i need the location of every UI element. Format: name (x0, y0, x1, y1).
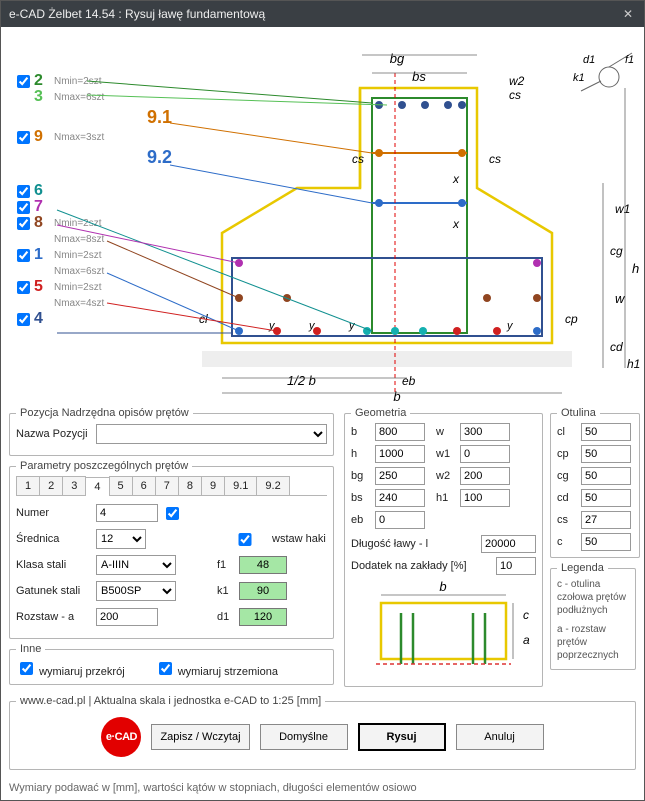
tab-8[interactable]: 8 (178, 476, 202, 495)
ecad-logo-icon: e·CAD (101, 717, 141, 757)
input-numer[interactable] (96, 504, 158, 522)
svg-text:bs: bs (412, 69, 426, 84)
cb-przekroj-label[interactable]: wymiaruj przekrój (16, 659, 125, 678)
svg-text:cs: cs (509, 88, 521, 102)
svg-text:cd: cd (610, 340, 623, 354)
cb-strzemiona-label[interactable]: wymiaruj strzemiona (155, 659, 278, 678)
svg-text:w1: w1 (615, 202, 630, 216)
input-rozstaw[interactable] (96, 608, 158, 626)
input-w[interactable] (460, 423, 510, 441)
input-w2[interactable] (460, 467, 510, 485)
svg-text:x: x (452, 217, 460, 231)
btn-zapisz[interactable]: Zapisz / Wczytaj (151, 724, 249, 750)
svg-text:x: x (452, 172, 460, 186)
group-footer: www.e-cad.pl | Aktualna skala i jednostk… (9, 695, 636, 770)
svg-text:cs: cs (352, 152, 364, 166)
tab-2[interactable]: 2 (39, 476, 63, 495)
tab-6[interactable]: 6 (132, 476, 156, 495)
input-cs[interactable] (581, 511, 631, 529)
input-dod[interactable] (496, 557, 536, 575)
svg-text:h1: h1 (627, 357, 640, 371)
tab-9-1[interactable]: 9.1 (224, 476, 257, 495)
input-d1[interactable] (239, 608, 287, 626)
input-h[interactable] (375, 445, 425, 463)
input-f1[interactable] (239, 556, 287, 574)
svg-text:b: b (393, 389, 400, 403)
cb-numer[interactable] (166, 507, 179, 520)
tab-7[interactable]: 7 (155, 476, 179, 495)
svg-text:k1: k1 (573, 72, 585, 84)
input-bs[interactable] (375, 489, 425, 507)
input-cp[interactable] (581, 445, 631, 463)
input-cg[interactable] (581, 467, 631, 485)
select-klasa[interactable]: A-IIIN (96, 555, 176, 575)
svg-text:bg: bg (390, 51, 405, 66)
tab-9-2[interactable]: 9.2 (256, 476, 289, 495)
select-srednica[interactable]: 12 (96, 529, 146, 549)
cross-section-svg: bg bs w2 cs cs cs x x w1 h cg w cl cp cd… (7, 33, 645, 403)
tab-4[interactable]: 4 (85, 477, 109, 496)
select-gatunek[interactable]: B500SP (96, 581, 176, 601)
input-c[interactable] (581, 533, 631, 551)
input-eb[interactable] (375, 511, 425, 529)
group-otulina: Otulina cl cp cg cd cs c (550, 407, 640, 558)
group-inne: Inne wymiaruj przekrój wymiaruj strzemio… (9, 643, 334, 685)
titlebar: e-CAD Żelbet 14.54 : Rysuj ławę fundamen… (1, 1, 644, 27)
svg-text:cp: cp (565, 312, 578, 326)
input-cl[interactable] (581, 423, 631, 441)
group-pozycja: Pozycja Nadrzędna opisów prętów Nazwa Po… (9, 407, 334, 456)
tab-3[interactable]: 3 (62, 476, 86, 495)
svg-text:a: a (523, 633, 530, 647)
cb-haki[interactable] (221, 533, 269, 546)
svg-text:d1: d1 (583, 54, 595, 66)
tab-5[interactable]: 5 (109, 476, 133, 495)
svg-text:c: c (523, 608, 529, 622)
input-cd[interactable] (581, 489, 631, 507)
input-bg[interactable] (375, 467, 425, 485)
svg-text:f1: f1 (625, 54, 634, 66)
svg-text:eb: eb (402, 374, 416, 388)
svg-text:cs: cs (489, 152, 501, 166)
svg-text:1/2 b: 1/2 b (287, 373, 316, 388)
btn-anuluj[interactable]: Anuluj (456, 724, 544, 750)
input-b[interactable] (375, 423, 425, 441)
tab-9[interactable]: 9 (201, 476, 225, 495)
btn-rysuj[interactable]: Rysuj (358, 723, 446, 751)
tabs-prety: 1 2 3 4 5 6 7 8 9 9.1 9.2 (16, 476, 327, 496)
mini-preview: b c a (351, 579, 536, 669)
footer-note: Wymiary podawać w [mm], wartości kątów w… (1, 780, 644, 800)
svg-text:y: y (506, 320, 514, 332)
input-w1[interactable] (460, 445, 510, 463)
cb-strzemiona[interactable] (159, 662, 172, 675)
close-icon[interactable]: ✕ (620, 6, 636, 22)
svg-text:w2: w2 (509, 74, 525, 88)
group-parametry: Parametry poszczególnych prętów 1 2 3 4 … (9, 460, 334, 639)
svg-text:h: h (632, 261, 639, 276)
select-nazwa-pozycji[interactable] (96, 424, 327, 444)
svg-text:b: b (439, 579, 446, 594)
app-window: e-CAD Żelbet 14.54 : Rysuj ławę fundamen… (0, 0, 645, 801)
label-nazwa-pozycji: Nazwa Pozycji (16, 428, 96, 440)
diagram-area: 2Nmin=2szt 3Nmax=6szt 9.1 9Nmax=3szt 9.2… (7, 33, 638, 403)
input-k1[interactable] (239, 582, 287, 600)
group-geometria: Geometria b w h w1 bg w2 bs h1 eb (344, 407, 543, 687)
btn-domyslne[interactable]: Domyślne (260, 724, 348, 750)
group-legenda: Legenda c - otulina czołowa prętów podłu… (550, 562, 636, 670)
content: 2Nmin=2szt 3Nmax=6szt 9.1 9Nmax=3szt 9.2… (1, 27, 644, 780)
input-h1[interactable] (460, 489, 510, 507)
svg-text:cg: cg (610, 244, 623, 258)
input-dl[interactable] (481, 535, 536, 553)
window-title: e-CAD Żelbet 14.54 : Rysuj ławę fundamen… (9, 7, 265, 21)
tab-1[interactable]: 1 (16, 476, 40, 495)
svg-text:w: w (615, 291, 626, 306)
cb-przekroj[interactable] (20, 662, 33, 675)
